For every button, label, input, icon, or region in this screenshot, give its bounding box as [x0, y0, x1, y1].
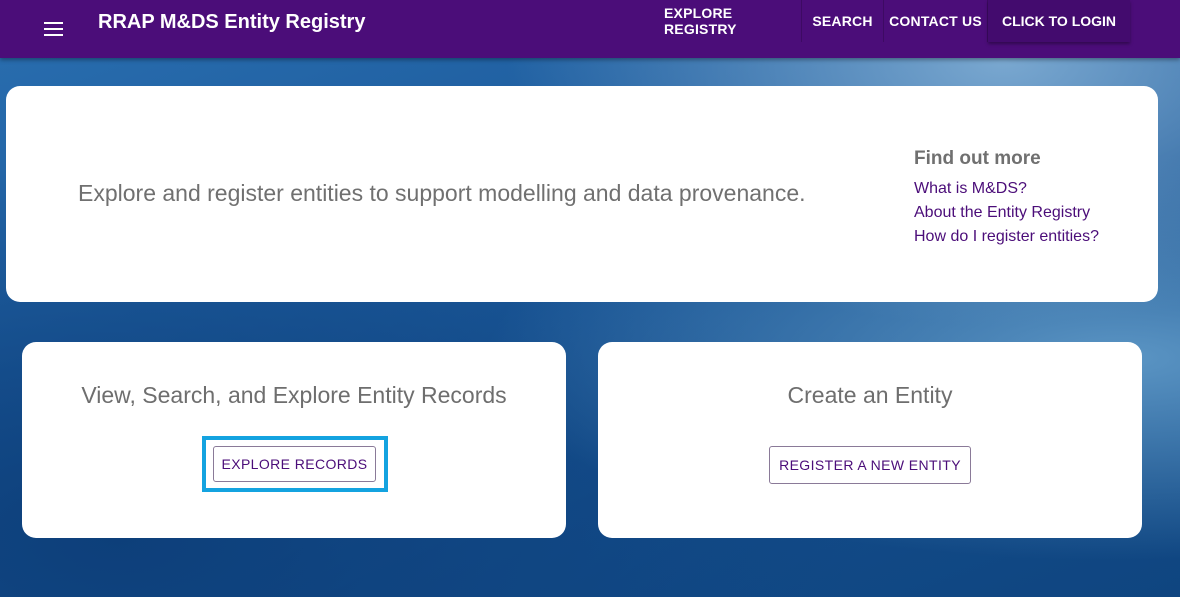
- register-entity-button[interactable]: REGISTER A NEW ENTITY: [769, 446, 971, 484]
- link-how-to-register[interactable]: How do I register entities?: [914, 225, 1099, 249]
- nav-contact-us[interactable]: CONTACT US: [884, 0, 988, 42]
- nav-explore-registry[interactable]: EXPLORE REGISTRY: [664, 0, 802, 42]
- explore-records-card: View, Search, and Explore Entity Records…: [22, 342, 566, 538]
- create-entity-title: Create an Entity: [787, 382, 953, 408]
- top-nav: EXPLORE REGISTRY SEARCH CONTACT US CLICK…: [664, 0, 1180, 42]
- link-about-entity-registry[interactable]: About the Entity Registry: [914, 201, 1099, 225]
- find-out-more: Find out more What is M&DS? About the En…: [914, 148, 1099, 249]
- find-out-more-heading: Find out more: [914, 148, 1041, 169]
- hero-card: Explore and register entities to support…: [6, 86, 1158, 302]
- hero-tagline: Explore and register entities to support…: [78, 180, 806, 206]
- link-what-is-mds[interactable]: What is M&DS?: [914, 177, 1099, 201]
- nav-search[interactable]: SEARCH: [802, 0, 884, 42]
- app-title[interactable]: RRAP M&DS Entity Registry: [98, 10, 365, 34]
- explore-records-title: View, Search, and Explore Entity Records: [81, 382, 507, 408]
- hamburger-menu-icon[interactable]: [40, 16, 68, 42]
- create-entity-card: Create an Entity REGISTER A NEW ENTITY: [598, 342, 1142, 538]
- explore-records-button[interactable]: EXPLORE RECORDS: [213, 446, 376, 482]
- app-bar: RRAP M&DS Entity Registry EXPLORE REGIST…: [0, 0, 1180, 58]
- login-button[interactable]: CLICK TO LOGIN: [988, 0, 1130, 42]
